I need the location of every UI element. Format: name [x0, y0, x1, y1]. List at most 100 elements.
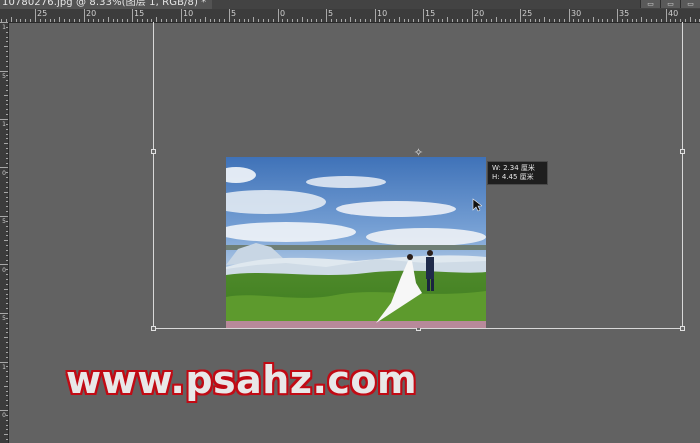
ruler-tick	[122, 19, 123, 22]
ruler-tick	[690, 17, 691, 22]
ruler-tick	[16, 19, 17, 22]
ruler-label: 10	[377, 9, 388, 18]
ruler-label: 5	[231, 9, 237, 18]
ruler-label: 25	[37, 9, 48, 18]
ruler-tick	[6, 177, 8, 178]
ruler-tick	[0, 313, 8, 314]
layer-photo-wedding-couple[interactable]	[226, 157, 486, 328]
ruler-label: 5	[2, 218, 6, 225]
ruler-tick	[6, 211, 8, 212]
ruler-tick	[6, 32, 8, 33]
ruler-label: 0	[2, 170, 6, 177]
ruler-tick	[4, 240, 8, 241]
ruler-tick	[375, 9, 376, 22]
ruler-tick	[6, 37, 8, 38]
ruler-tick	[0, 22, 8, 23]
ruler-tick	[6, 226, 8, 227]
ruler-tick	[617, 9, 618, 22]
ruler-tick	[4, 289, 8, 290]
ruler-label: 5	[328, 9, 334, 18]
ruler-tick	[6, 328, 8, 329]
ruler-tick	[6, 352, 8, 353]
ruler-tick	[54, 19, 55, 22]
ruler-tick	[4, 95, 8, 96]
ruler-tick	[6, 347, 8, 348]
ruler-tick	[6, 51, 8, 52]
ruler-tick	[6, 129, 8, 130]
ruler-tick	[6, 104, 8, 105]
ruler-tick	[6, 153, 8, 154]
restore-button[interactable]: ▭	[660, 0, 680, 8]
ruler-tick	[6, 148, 8, 149]
ruler-tick	[11, 17, 12, 22]
wedding-photo-image	[226, 157, 486, 328]
ruler-label: 5	[2, 315, 6, 322]
ruler-tick	[84, 9, 85, 22]
ruler-label: 15	[425, 9, 436, 18]
ruler-tick	[6, 400, 8, 401]
horizontal-ruler[interactable]: 2520151050510152025303540455055	[0, 9, 700, 23]
ruler-tick	[6, 134, 8, 135]
ruler-tick	[6, 381, 8, 382]
ruler-tick	[4, 46, 8, 47]
transform-handle-bottom-right[interactable]	[680, 326, 685, 331]
ruler-tick	[6, 255, 8, 256]
document-tab[interactable]: 10780276.jpg @ 8.33%(图层 1, RGB/8) *	[0, 0, 213, 9]
ruler-tick	[30, 19, 31, 22]
ruler-label: 5	[2, 73, 6, 80]
ruler-tick	[6, 201, 8, 202]
ruler-label: 15	[134, 9, 145, 18]
transform-handle-middle-left[interactable]	[151, 149, 156, 154]
ruler-tick	[278, 9, 279, 22]
ruler-label: 40	[668, 9, 679, 18]
ruler-tick	[0, 119, 8, 120]
minimize-button[interactable]: ▭	[640, 0, 660, 8]
mouse-cursor-icon	[472, 198, 482, 212]
ruler-tick	[6, 303, 8, 304]
tooltip-width: W: 2.34 厘米	[492, 164, 535, 172]
ruler-tick	[103, 19, 104, 22]
ruler-tick	[0, 410, 8, 411]
ruler-tick	[137, 19, 138, 22]
ruler-tick	[6, 80, 8, 81]
ruler-tick	[40, 19, 41, 22]
ruler-tick	[6, 245, 8, 246]
ruler-tick	[0, 362, 8, 363]
vertical-ruler[interactable]: 151050510	[0, 22, 9, 443]
ruler-tick	[142, 19, 143, 22]
ruler-label: 0	[280, 9, 286, 18]
ruler-tick	[6, 391, 8, 392]
ruler-tick	[6, 332, 8, 333]
transform-reference-point-icon[interactable]: ✧	[413, 147, 424, 158]
transform-handle-bottom-left[interactable]	[151, 326, 156, 331]
tooltip-height: H: 4.45 厘米	[492, 173, 534, 181]
ruler-tick	[6, 235, 8, 236]
ruler-tick	[6, 323, 8, 324]
ruler-tick	[6, 395, 8, 396]
ruler-tick	[108, 17, 109, 22]
ruler-tick	[6, 260, 8, 261]
ruler-label: 0	[2, 267, 6, 274]
ruler-tick	[117, 19, 118, 22]
ruler-tick	[6, 405, 8, 406]
close-button[interactable]: ▭	[680, 0, 700, 8]
ruler-tick	[6, 66, 8, 67]
ruler-tick	[88, 19, 89, 22]
ruler-tick	[6, 425, 8, 426]
ruler-tick	[326, 9, 327, 22]
ruler-label: 1	[2, 364, 6, 371]
ruler-tick	[6, 279, 8, 280]
ruler-label: 0	[2, 412, 6, 419]
ruler-label: 1	[2, 121, 6, 128]
ruler-label: 35	[619, 9, 630, 18]
ruler-tick	[6, 158, 8, 159]
transform-handle-middle-right[interactable]	[680, 149, 685, 154]
ruler-tick	[569, 9, 570, 22]
ruler-tick	[4, 143, 8, 144]
ruler-label: 25	[522, 9, 533, 18]
ruler-tick	[113, 19, 114, 22]
ruler-tick	[45, 19, 46, 22]
ruler-tick	[4, 337, 8, 338]
ruler-tick	[695, 19, 696, 22]
ruler-tick	[69, 19, 70, 22]
